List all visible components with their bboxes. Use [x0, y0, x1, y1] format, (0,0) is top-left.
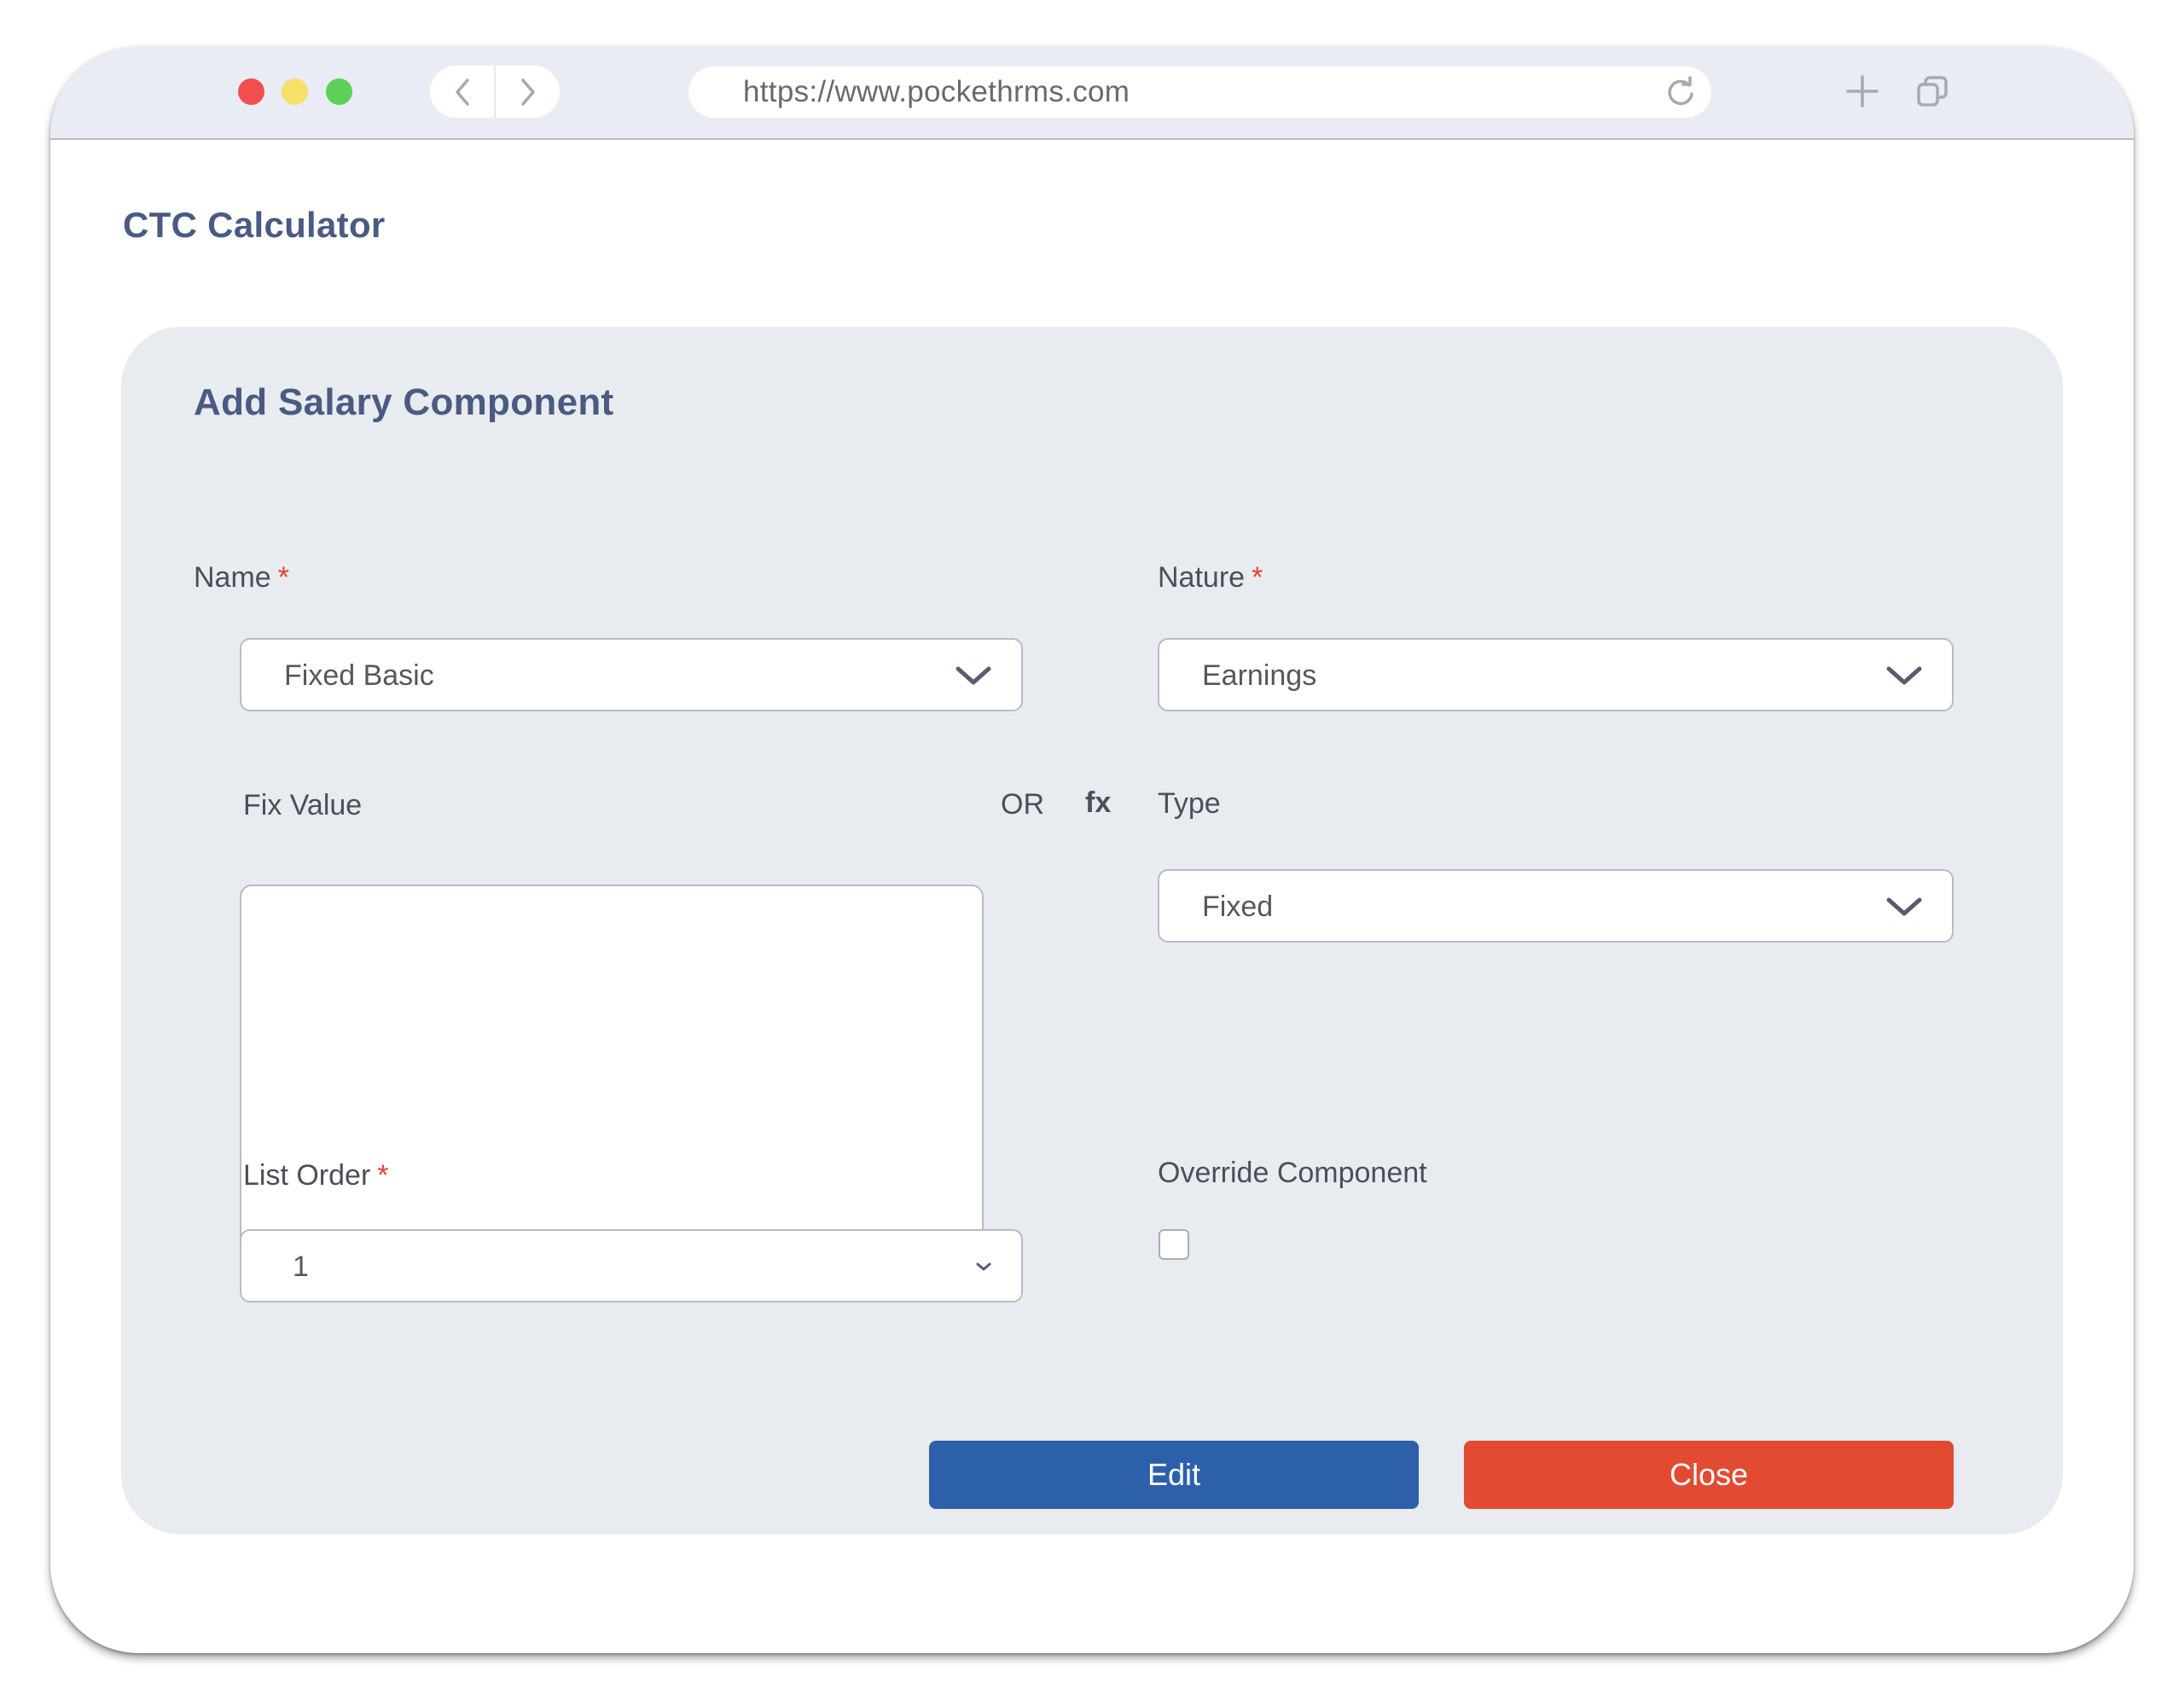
plus-icon[interactable]: [1846, 75, 1879, 107]
list-order-label: List Order *: [243, 1159, 389, 1192]
maximize-window-dot[interactable]: [326, 78, 352, 105]
chevron-down-icon: [1886, 666, 1922, 685]
override-component-label: Override Component: [1158, 1157, 1427, 1189]
add-salary-component-panel: Add Salary Component Name * Fixed Basic N…: [121, 327, 2063, 1535]
back-button[interactable]: [430, 66, 494, 118]
required-marker: *: [277, 561, 289, 594]
browser-window: https://www.pockethrms.com CTC Calculato…: [50, 46, 2134, 1653]
formula-fx-button[interactable]: fx: [1085, 786, 1111, 820]
list-order-select[interactable]: 1: [240, 1229, 1023, 1303]
type-select-value: Fixed: [1202, 891, 1274, 923]
or-label: OR: [1001, 788, 1044, 821]
fix-value-input[interactable]: [240, 885, 984, 1289]
list-order-select-value: 1: [293, 1250, 309, 1283]
minimize-window-dot[interactable]: [282, 78, 308, 105]
nature-select[interactable]: Earnings: [1158, 638, 1954, 711]
nature-select-value: Earnings: [1202, 659, 1317, 692]
name-select-value: Fixed Basic: [284, 659, 434, 692]
name-label-text: Name: [194, 561, 271, 594]
chevron-down-icon: [956, 666, 991, 685]
close-window-dot[interactable]: [238, 78, 264, 105]
name-select[interactable]: Fixed Basic: [240, 638, 1023, 711]
navigation-buttons: [430, 66, 560, 118]
reload-icon[interactable]: [1664, 75, 1698, 109]
nature-label-text: Nature: [1158, 561, 1246, 594]
override-component-checkbox[interactable]: [1159, 1229, 1189, 1260]
type-select[interactable]: Fixed: [1158, 869, 1954, 943]
forward-button[interactable]: [496, 66, 560, 118]
chevron-down-icon: [976, 1262, 991, 1271]
chevron-down-icon: [1886, 897, 1922, 916]
list-order-label-text: List Order: [243, 1159, 371, 1192]
close-button[interactable]: Close: [1464, 1441, 1954, 1509]
url-text[interactable]: https://www.pockethrms.com: [743, 74, 1130, 110]
chevron-left-icon: [455, 78, 469, 106]
required-marker: *: [1252, 561, 1263, 594]
tabs-icon[interactable]: [1917, 76, 1948, 107]
type-label: Type: [1158, 787, 1221, 820]
required-marker: *: [377, 1159, 389, 1192]
chevron-right-icon: [520, 78, 535, 106]
page-title: CTC Calculator: [123, 205, 386, 245]
edit-button[interactable]: Edit: [929, 1441, 1419, 1509]
name-label: Name *: [194, 561, 289, 595]
fix-value-label: Fix Value: [243, 789, 363, 821]
nature-label: Nature *: [1158, 561, 1263, 595]
address-bar[interactable]: https://www.pockethrms.com: [688, 67, 1711, 118]
form-title: Add Salary Component: [194, 381, 614, 423]
browser-toolbar: https://www.pockethrms.com: [50, 46, 2134, 140]
